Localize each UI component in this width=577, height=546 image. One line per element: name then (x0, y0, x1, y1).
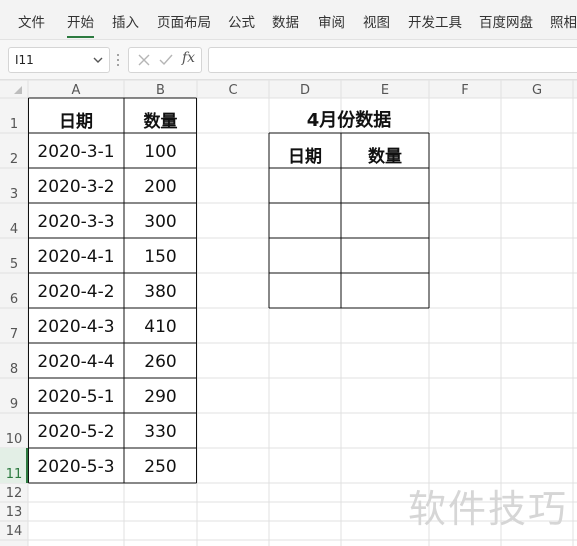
row-header-2[interactable]: 2 (0, 152, 28, 167)
source-cell-date[interactable]: 2020-5-3 (28, 457, 124, 477)
menu-home[interactable]: 开始 (67, 11, 94, 38)
chevron-down-icon[interactable] (91, 51, 105, 69)
source-header-date[interactable]: 日期 (28, 107, 124, 132)
source-cell-quantity[interactable]: 330 (124, 422, 197, 442)
fx-icon[interactable]: fx (182, 50, 195, 66)
source-cell-date[interactable]: 2020-5-1 (28, 387, 124, 407)
row-header-9[interactable]: 9 (0, 397, 28, 412)
source-cell-date[interactable]: 2020-3-2 (28, 177, 124, 197)
name-box[interactable]: I11 (8, 47, 110, 73)
column-header-c[interactable]: C (197, 83, 269, 98)
source-cell-date[interactable]: 2020-5-2 (28, 422, 124, 442)
source-cell-date[interactable]: 2020-4-4 (28, 352, 124, 372)
menu-developer[interactable]: 开发工具 (408, 11, 462, 31)
source-cell-quantity[interactable]: 100 (124, 142, 197, 162)
source-cell-date[interactable]: 2020-4-2 (28, 282, 124, 302)
result-title[interactable]: 4月份数据 (269, 106, 429, 132)
row-header-14[interactable]: 14 (0, 524, 28, 539)
source-cell-date[interactable]: 2020-4-3 (28, 317, 124, 337)
source-cell-quantity[interactable]: 410 (124, 317, 197, 337)
row-header-1[interactable]: 1 (0, 117, 28, 132)
source-cell-quantity[interactable]: 290 (124, 387, 197, 407)
row-header-6[interactable]: 6 (0, 292, 28, 307)
menu-formulas[interactable]: 公式 (228, 11, 255, 31)
column-header-b[interactable]: B (124, 83, 197, 98)
menu-insert[interactable]: 插入 (112, 11, 139, 31)
source-cell-date[interactable]: 2020-3-1 (28, 142, 124, 162)
row-header-4[interactable]: 4 (0, 222, 28, 237)
menu-view[interactable]: 视图 (363, 11, 390, 31)
confirm-icon[interactable] (158, 52, 174, 68)
column-header-a[interactable]: A (28, 83, 124, 98)
row-header-11[interactable]: 11 (0, 467, 28, 482)
menu-baidu-netdisk[interactable]: 百度网盘 (479, 11, 533, 31)
row-header-3[interactable]: 3 (0, 187, 28, 202)
row-header-7[interactable]: 7 (0, 327, 28, 342)
cancel-icon[interactable] (136, 52, 152, 68)
result-header-quantity[interactable]: 数量 (341, 142, 429, 167)
source-cell-quantity[interactable]: 380 (124, 282, 197, 302)
result-header-date[interactable]: 日期 (269, 142, 341, 167)
source-cell-quantity[interactable]: 300 (124, 212, 197, 232)
row-header-8[interactable]: 8 (0, 362, 28, 377)
vertical-dots-icon (117, 54, 119, 66)
source-cell-quantity[interactable]: 150 (124, 247, 197, 267)
row-header-10[interactable]: 10 (0, 432, 28, 447)
watermark: 软件技巧 (408, 487, 569, 531)
column-header-d[interactable]: D (269, 83, 341, 98)
source-cell-date[interactable]: 2020-3-3 (28, 212, 124, 232)
menu-file[interactable]: 文件 (18, 11, 45, 31)
column-header-g[interactable]: G (501, 83, 573, 98)
source-cell-quantity[interactable]: 260 (124, 352, 197, 372)
source-cell-date[interactable]: 2020-4-1 (28, 247, 124, 267)
row-header-13[interactable]: 13 (0, 505, 28, 520)
column-header-f[interactable]: F (429, 83, 501, 98)
menu-camera[interactable]: 照相 (550, 11, 577, 31)
menu-data[interactable]: 数据 (272, 11, 299, 31)
source-cell-quantity[interactable]: 250 (124, 457, 197, 477)
formula-input[interactable] (208, 47, 577, 73)
name-box-value: I11 (15, 53, 34, 67)
source-cell-quantity[interactable]: 200 (124, 177, 197, 197)
formula-buttons: fx (128, 47, 202, 73)
source-header-quantity[interactable]: 数量 (124, 107, 197, 132)
column-header-e[interactable]: E (341, 83, 429, 98)
formula-bar: I11 fx (0, 40, 577, 80)
menu-review[interactable]: 审阅 (318, 11, 345, 31)
spreadsheet-grid[interactable]: A B C D E F G 1 2 3 4 5 6 7 8 9 10 11 12… (0, 80, 577, 546)
menu-bar: 文件 开始 插入 页面布局 公式 数据 审阅 视图 开发工具 百度网盘 照相 (0, 0, 577, 40)
row-header-12[interactable]: 12 (0, 486, 28, 501)
menu-page-layout[interactable]: 页面布局 (157, 11, 211, 31)
row-header-5[interactable]: 5 (0, 257, 28, 272)
